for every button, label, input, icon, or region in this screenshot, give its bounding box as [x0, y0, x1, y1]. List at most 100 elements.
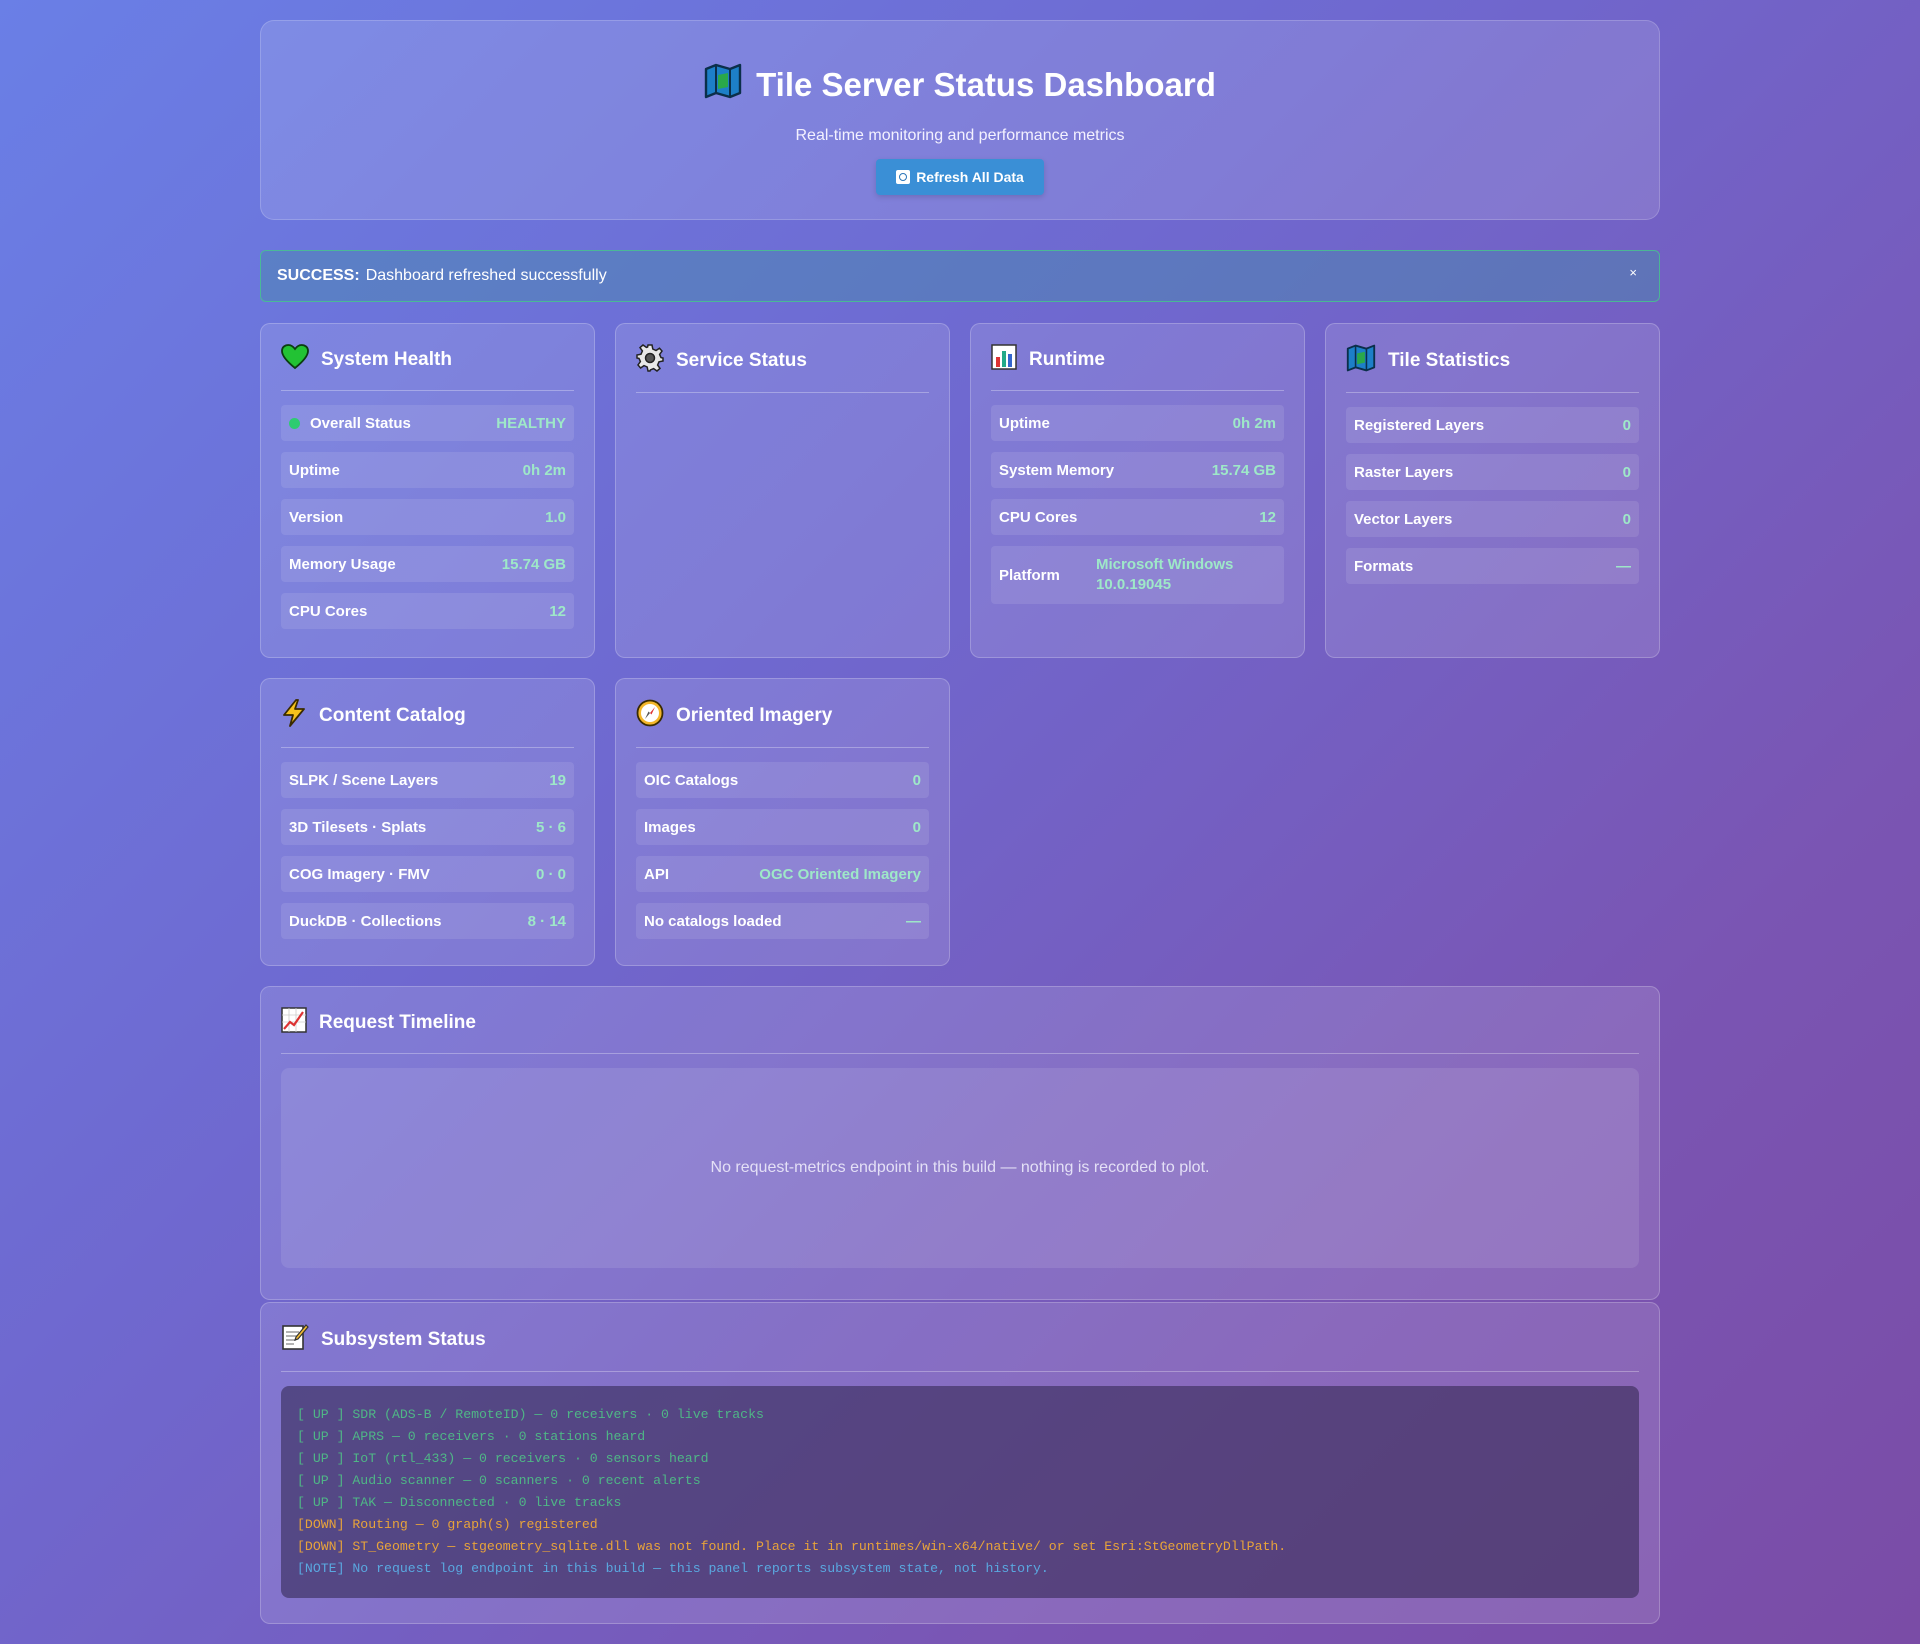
row-label: Vector Layers [1354, 510, 1453, 528]
content-catalog-title: Content Catalog [319, 705, 466, 726]
api-row: API OGC Oriented Imagery [636, 856, 929, 892]
row-value: 1.0 [545, 508, 566, 526]
row-label: CPU Cores [999, 508, 1078, 526]
row-value: — [906, 912, 921, 930]
row-value: 12 [1259, 508, 1276, 526]
card-title: Runtime [991, 344, 1284, 391]
empty-state-message: No request-metrics endpoint in this buil… [710, 1159, 1210, 1176]
3d-tilesets-row: 3D Tilesets · Splats 5 · 6 [281, 809, 574, 845]
row-label: Platform [999, 566, 1060, 584]
row-value: 12 [549, 602, 566, 620]
log-line: [DOWN] ST_Geometry — stgeometry_sqlite.d… [297, 1539, 1287, 1554]
row-label: Raster Layers [1354, 463, 1454, 481]
version-row: Version 1.0 [281, 499, 574, 535]
card-title: Subsystem Status [281, 1323, 1639, 1372]
tile-statistics-card: Tile Statistics Registered Layers 0 Rast… [1325, 323, 1660, 658]
service-status-card: Service Status [615, 323, 950, 658]
row-value: 0 [912, 818, 921, 836]
green-heart-icon [281, 344, 309, 376]
card-title: Content Catalog [281, 699, 574, 748]
no-catalogs-row: No catalogs loaded — [636, 903, 929, 939]
row-label: API [644, 865, 670, 883]
refresh-all-button[interactable]: Refresh All Data [876, 159, 1044, 195]
row-value: 0h 2m [522, 461, 566, 479]
row-label: Overall Status [310, 414, 411, 432]
alert-close-button[interactable]: × [1629, 265, 1637, 280]
system-health-card: System Health Overall Status HEALTHY Upt… [260, 323, 595, 658]
platform-row: Platform Microsoft Windows 10.0.19045 [991, 546, 1284, 604]
alert-message: Dashboard refreshed successfully [365, 267, 607, 284]
row-label: 3D Tilesets · Splats [289, 818, 427, 836]
gear-icon [636, 344, 664, 378]
row-label: OIC Catalogs [644, 771, 739, 789]
raster-layers-row: Raster Layers 0 [1346, 454, 1639, 490]
row-label: Registered Layers [1354, 416, 1485, 434]
request-timeline-plot-area: No request-metrics endpoint in this buil… [281, 1068, 1639, 1268]
row-value: 0h 2m [1232, 414, 1276, 432]
log-line: [ UP ] TAK — Disconnected · 0 live track… [297, 1495, 622, 1510]
memo-icon [281, 1323, 309, 1357]
row-value: 0 [1622, 463, 1631, 481]
log-line: [NOTE] No request log endpoint in this b… [297, 1561, 1049, 1576]
row-value: — [1616, 557, 1631, 575]
lightning-icon [281, 699, 307, 733]
row-value: Microsoft Windows 10.0.19045 [1096, 556, 1234, 593]
row-label: Memory Usage [289, 555, 396, 573]
uptime-row: Uptime 0h 2m [991, 405, 1284, 441]
bar-chart-icon [991, 344, 1017, 376]
page-title-row: Tile Server Status Dashboard [704, 63, 1216, 107]
vector-layers-row: Vector Layers 0 [1346, 501, 1639, 537]
card-title: Request Timeline [281, 1007, 1639, 1054]
row-label: No catalogs loaded [644, 912, 782, 930]
system-memory-row: System Memory 15.74 GB [991, 452, 1284, 488]
images-row: Images 0 [636, 809, 929, 845]
log-line: [ UP ] APRS — 0 receivers · 0 stations h… [297, 1429, 646, 1444]
log-line: [ UP ] Audio scanner — 0 scanners · 0 re… [297, 1473, 701, 1488]
page-header: Tile Server Status Dashboard Real-time m… [260, 20, 1660, 220]
formats-row: Formats — [1346, 548, 1639, 584]
row-label: CPU Cores [289, 602, 368, 620]
row-label: COG Imagery · FMV [289, 865, 430, 883]
row-value: HEALTHY [496, 414, 566, 432]
page-title: Tile Server Status Dashboard [756, 66, 1216, 103]
row-label: Formats [1354, 557, 1414, 575]
row-label: Version [289, 508, 344, 526]
memory-usage-row: Memory Usage 15.74 GB [281, 546, 574, 582]
slpk-scene-layers-row: SLPK / Scene Layers 19 [281, 762, 574, 798]
row-label: Uptime [999, 414, 1050, 432]
row-label: SLPK / Scene Layers [289, 771, 439, 789]
refresh-all-label: Refresh All Data [916, 169, 1024, 185]
log-line: [DOWN] Routing — 0 graph(s) registered [297, 1517, 598, 1532]
log-line: [ UP ] IoT (rtl_433) — 0 receivers · 0 s… [297, 1451, 709, 1466]
request-timeline-title: Request Timeline [319, 1012, 476, 1033]
page-subtitle: Real-time monitoring and performance met… [795, 127, 1125, 144]
subsystem-log: [ UP ] SDR (ADS-B / RemoteID) — 0 receiv… [281, 1386, 1639, 1598]
oic-catalogs-row: OIC Catalogs 0 [636, 762, 929, 798]
system-health-title: System Health [321, 349, 452, 370]
folded-map-icon [1346, 344, 1376, 378]
row-value: 15.74 GB [501, 555, 566, 573]
compass-icon [636, 699, 664, 733]
folded-map-icon [704, 63, 742, 107]
row-value: 5 · 6 [535, 818, 566, 836]
row-label: Images [644, 818, 696, 836]
row-label: DuckDB · Collections [289, 912, 442, 930]
row-label: System Memory [999, 461, 1115, 479]
row-value: 8 · 14 [527, 912, 566, 930]
overall-status-row: Overall Status HEALTHY [281, 405, 574, 441]
row-value: 0 [912, 771, 921, 789]
service-status-title: Service Status [676, 350, 807, 371]
log-line: [ UP ] SDR (ADS-B / RemoteID) — 0 receiv… [297, 1407, 764, 1422]
card-title: System Health [281, 344, 574, 391]
subsystem-status-title: Subsystem Status [321, 1329, 486, 1350]
duckdb-collections-row: DuckDB · Collections 8 · 14 [281, 903, 574, 939]
registered-layers-row: Registered Layers 0 [1346, 407, 1639, 443]
oriented-imagery-title: Oriented Imagery [676, 705, 833, 726]
row-label: Uptime [289, 461, 340, 479]
tile-statistics-title: Tile Statistics [1388, 350, 1511, 371]
refresh-icon [896, 170, 911, 184]
runtime-title: Runtime [1029, 349, 1105, 370]
healthy-status-dot [289, 417, 300, 429]
row-value: 0 [1622, 416, 1631, 434]
subsystem-status-card: Subsystem Status [ UP ] SDR (ADS-B / Rem… [260, 1302, 1660, 1624]
